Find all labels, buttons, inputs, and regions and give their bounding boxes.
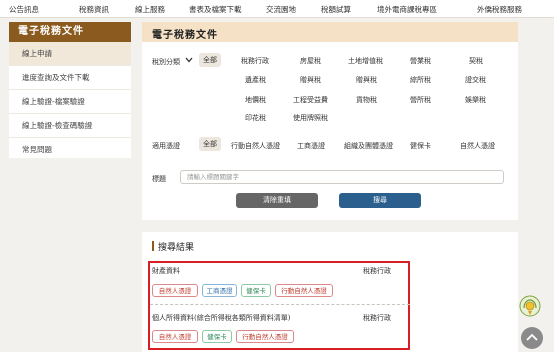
- tax-option[interactable]: 使用牌照稅: [293, 113, 328, 123]
- cert-tag: 行動自然人憑證: [275, 284, 333, 297]
- tax-option[interactable]: 營所稅: [410, 95, 431, 105]
- result-divider: [150, 304, 410, 305]
- tax-option[interactable]: 贈與稅: [356, 75, 377, 85]
- result-category: 稅務行政: [363, 314, 391, 322]
- tax-option[interactable]: 綜所稅: [410, 75, 431, 85]
- nav-item-tax-info[interactable]: 稅務資訊: [79, 4, 109, 15]
- cert-tag: 自然人憑證: [152, 284, 198, 297]
- results-accent-bar: [152, 241, 154, 251]
- cert-tag: 健保卡: [241, 284, 271, 297]
- result-name[interactable]: 財產資料: [152, 266, 180, 276]
- back-to-top-button[interactable]: [521, 327, 543, 349]
- sidebar-item-checkcode-verification[interactable]: 線上驗證-檢查碼驗證: [9, 114, 131, 138]
- tax-option[interactable]: 證交稅: [465, 75, 486, 85]
- award-badge-icon[interactable]: [519, 295, 541, 317]
- tax-option[interactable]: 貨物稅: [356, 95, 377, 105]
- sidebar-item-online-application[interactable]: 線上申請: [9, 42, 131, 66]
- page-title: 電子稅務文件: [152, 30, 218, 41]
- results-title: 搜尋結果: [158, 243, 195, 253]
- nav-item-forms-download[interactable]: 書表及檔案下載: [189, 4, 242, 15]
- sidebar-item-faq[interactable]: 常見問題: [9, 138, 131, 161]
- arrow-up-icon: [526, 333, 538, 341]
- cert-all-button[interactable]: 全部: [199, 137, 221, 151]
- nav-item-foreign-resident[interactable]: 外僑稅務服務: [477, 4, 522, 15]
- top-nav: 公告訊息 稅務資訊 線上服務 書表及檔案下載 交流園地 稅額試算 境外電商課稅專…: [0, 0, 554, 18]
- chevron-down-icon[interactable]: [185, 57, 193, 63]
- results-card: 搜尋結果 財產資料 稅務行政 自然人憑證 工商憑證 健保卡 行動自然人憑證 個人…: [142, 232, 518, 352]
- tax-category-label: 稅別分類: [152, 58, 180, 66]
- cert-tag: 自然人憑證: [152, 330, 198, 343]
- clear-button[interactable]: 清除重填: [236, 193, 318, 208]
- filter-card: 電子稅務文件 稅別分類 全部 稅務行政 房屋稅 土地增值稅 營業稅 契稅 遺產稅…: [142, 22, 518, 220]
- sidebar: 電子稅務文件 線上申請 進度查詢及文件下載 線上驗證-檔案驗證 線上驗證-檢查碼…: [9, 22, 131, 158]
- tax-option[interactable]: 印花稅: [245, 113, 266, 123]
- tax-option[interactable]: 房屋稅: [300, 56, 321, 66]
- sidebar-item-file-verification[interactable]: 線上驗證-檔案驗證: [9, 90, 131, 114]
- tax-option[interactable]: 稅務行政: [241, 56, 269, 66]
- cert-option[interactable]: 自然人憑證: [460, 141, 495, 151]
- nav-item-online-services[interactable]: 線上服務: [135, 4, 165, 15]
- result-name[interactable]: 個人所得資料(綜合所得稅各類所得資料清單): [152, 313, 290, 323]
- tax-option[interactable]: 營業稅: [410, 56, 431, 66]
- cert-tag: 工商憑證: [202, 284, 237, 297]
- cert-tag: 健保卡: [202, 330, 232, 343]
- keyword-input[interactable]: [180, 170, 504, 184]
- cert-option[interactable]: 組織及團體憑證: [344, 141, 393, 151]
- nav-item-announcements[interactable]: 公告訊息: [9, 4, 39, 15]
- result-category: 稅務行政: [363, 267, 391, 275]
- filter-card-header: 電子稅務文件: [142, 22, 518, 42]
- tax-option[interactable]: 土地增值稅: [348, 56, 383, 66]
- sidebar-title: 電子稅務文件: [9, 22, 131, 42]
- nav-item-cross-border-ecommerce[interactable]: 境外電商課稅專區: [377, 4, 437, 15]
- tax-option[interactable]: 契稅: [469, 56, 483, 66]
- tax-option[interactable]: 娛樂稅: [465, 95, 486, 105]
- nav-item-community[interactable]: 交流園地: [266, 4, 296, 15]
- tax-all-button[interactable]: 全部: [199, 53, 221, 67]
- tax-option[interactable]: 工程受益費: [293, 95, 328, 105]
- cert-option[interactable]: 行動自然人憑證: [231, 141, 280, 151]
- search-button[interactable]: 搜尋: [339, 193, 421, 208]
- cert-tag: 行動自然人憑證: [236, 330, 294, 343]
- keyword-label: 標題: [152, 175, 166, 183]
- nav-item-tax-calculator[interactable]: 稅額試算: [321, 4, 351, 15]
- cert-option[interactable]: 健保卡: [410, 141, 431, 151]
- tax-option[interactable]: 地價稅: [245, 95, 266, 105]
- tax-option[interactable]: 贈與稅: [300, 75, 321, 85]
- tax-option[interactable]: 遺產稅: [245, 75, 266, 85]
- certificate-label: 適用憑證: [152, 142, 180, 150]
- cert-option[interactable]: 工商憑證: [297, 141, 325, 151]
- sidebar-item-progress-query[interactable]: 進度查詢及文件下載: [9, 66, 131, 90]
